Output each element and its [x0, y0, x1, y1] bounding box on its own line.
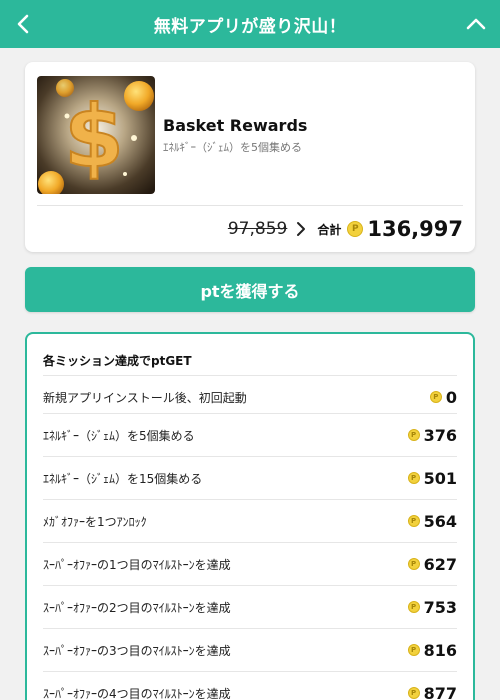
mission-label: ｽｰﾊﾟｰｵﾌｧｰの1つ目のﾏｲﾙｽﾄｰﾝを達成 [43, 557, 231, 572]
coin-icon: P [347, 221, 364, 237]
mission-row: ｽｰﾊﾟｰｵﾌｧｰの4つ目のﾏｲﾙｽﾄｰﾝを達成 P 877 [43, 671, 457, 700]
app-card[interactable]: $ Basket Rewards ｴﾈﾙｷﾞｰ（ｼﾞｪﾑ）を5個集める 97,8… [25, 62, 475, 252]
reward-points: 564 [423, 511, 457, 531]
divider [37, 205, 463, 206]
reward-points: 501 [423, 468, 457, 488]
total-label: 合計 [317, 222, 342, 237]
reward-points: 816 [423, 640, 457, 660]
mission-label: ｽｰﾊﾟｰｵﾌｧｰの2つ目のﾏｲﾙｽﾄｰﾝを達成 [43, 600, 231, 615]
reward-points: 627 [423, 554, 457, 574]
mission-reward: P 376 [407, 425, 457, 445]
coin-icon: P [407, 644, 420, 656]
coin-icon: P [407, 601, 420, 613]
mission-label: ｽｰﾊﾟｰｵﾌｧｰの3つ目のﾏｲﾙｽﾄｰﾝを達成 [43, 643, 231, 658]
mission-label: ｽｰﾊﾟｰｵﾌｧｰの4つ目のﾏｲﾙｽﾄｰﾝを達成 [43, 686, 231, 700]
chevron-up-icon[interactable] [462, 10, 490, 38]
app-name: Basket Rewards [163, 116, 308, 135]
chevron-right-icon [297, 222, 306, 236]
reward-points: 376 [423, 425, 457, 445]
missions-panel: 各ミッション達成でptGET 新規アプリインストール後、初回起動 P 0 ｴﾈﾙ… [25, 332, 475, 700]
mission-row: ｽｰﾊﾟｰｵﾌｧｰの3つ目のﾏｲﾙｽﾄｰﾝを達成 P 816 [43, 628, 457, 671]
coin-icon: P [407, 515, 420, 527]
mission-reward: P 877 [407, 683, 457, 700]
coin-icon: P [407, 687, 420, 699]
app-description: ｴﾈﾙｷﾞｰ（ｼﾞｪﾑ）を5個集める [163, 141, 302, 154]
mission-reward: P 753 [407, 597, 457, 617]
coin-icon: P [407, 472, 420, 484]
mission-row: 新規アプリインストール後、初回起動 P 0 [43, 375, 457, 418]
get-points-button[interactable]: ptを獲得する [25, 267, 475, 312]
coin-icon: P [429, 391, 442, 403]
points-summary: 97,859 合計 P 136,997 [228, 214, 463, 244]
mission-row: ｽｰﾊﾟｰｵﾌｧｰの2つ目のﾏｲﾙｽﾄｰﾝを達成 P 753 [43, 585, 457, 628]
app-header: 無料アプリが盛り沢山！ [0, 0, 500, 48]
svg-text:$: $ [64, 87, 124, 187]
reward-points: 877 [423, 683, 457, 700]
old-points: 97,859 [227, 219, 288, 239]
mission-row: ｽｰﾊﾟｰｵﾌｧｰの1つ目のﾏｲﾙｽﾄｰﾝを達成 P 627 [43, 542, 457, 585]
mission-reward: P 627 [407, 554, 457, 574]
coin-icon: P [407, 429, 420, 441]
mission-label: ｴﾈﾙｷﾞｰ（ｼﾞｪﾑ）を15個集める [43, 471, 203, 486]
coin-icon: P [407, 558, 420, 570]
mission-reward: P 0 [429, 387, 457, 407]
reward-points: 753 [423, 597, 457, 617]
mission-label: ﾒｶﾞｵﾌｧｰを1つｱﾝﾛｯｸ [43, 514, 147, 529]
mission-label: ｴﾈﾙｷﾞｰ（ｼﾞｪﾑ）を5個集める [43, 428, 195, 443]
mission-label: 新規アプリインストール後、初回起動 [43, 390, 247, 405]
mission-reward: P 564 [407, 511, 457, 531]
missions-title: 各ミッション達成でptGET [43, 354, 192, 368]
page-title: 無料アプリが盛り沢山！ [153, 16, 347, 37]
mission-row: ﾒｶﾞｵﾌｧｰを1つｱﾝﾛｯｸ P 564 [43, 499, 457, 542]
total-points: 136,997 [367, 217, 463, 241]
mission-row: ｴﾈﾙｷﾞｰ（ｼﾞｪﾑ）を15個集める P 501 [43, 456, 457, 499]
dollar-coins-icon: $ [37, 76, 155, 194]
reward-points: 0 [445, 387, 457, 407]
chevron-left-icon[interactable] [10, 10, 38, 38]
mission-reward: P 501 [407, 468, 457, 488]
mission-reward: P 816 [407, 640, 457, 660]
mission-row: ｴﾈﾙｷﾞｰ（ｼﾞｪﾑ）を5個集める P 376 [43, 413, 457, 456]
